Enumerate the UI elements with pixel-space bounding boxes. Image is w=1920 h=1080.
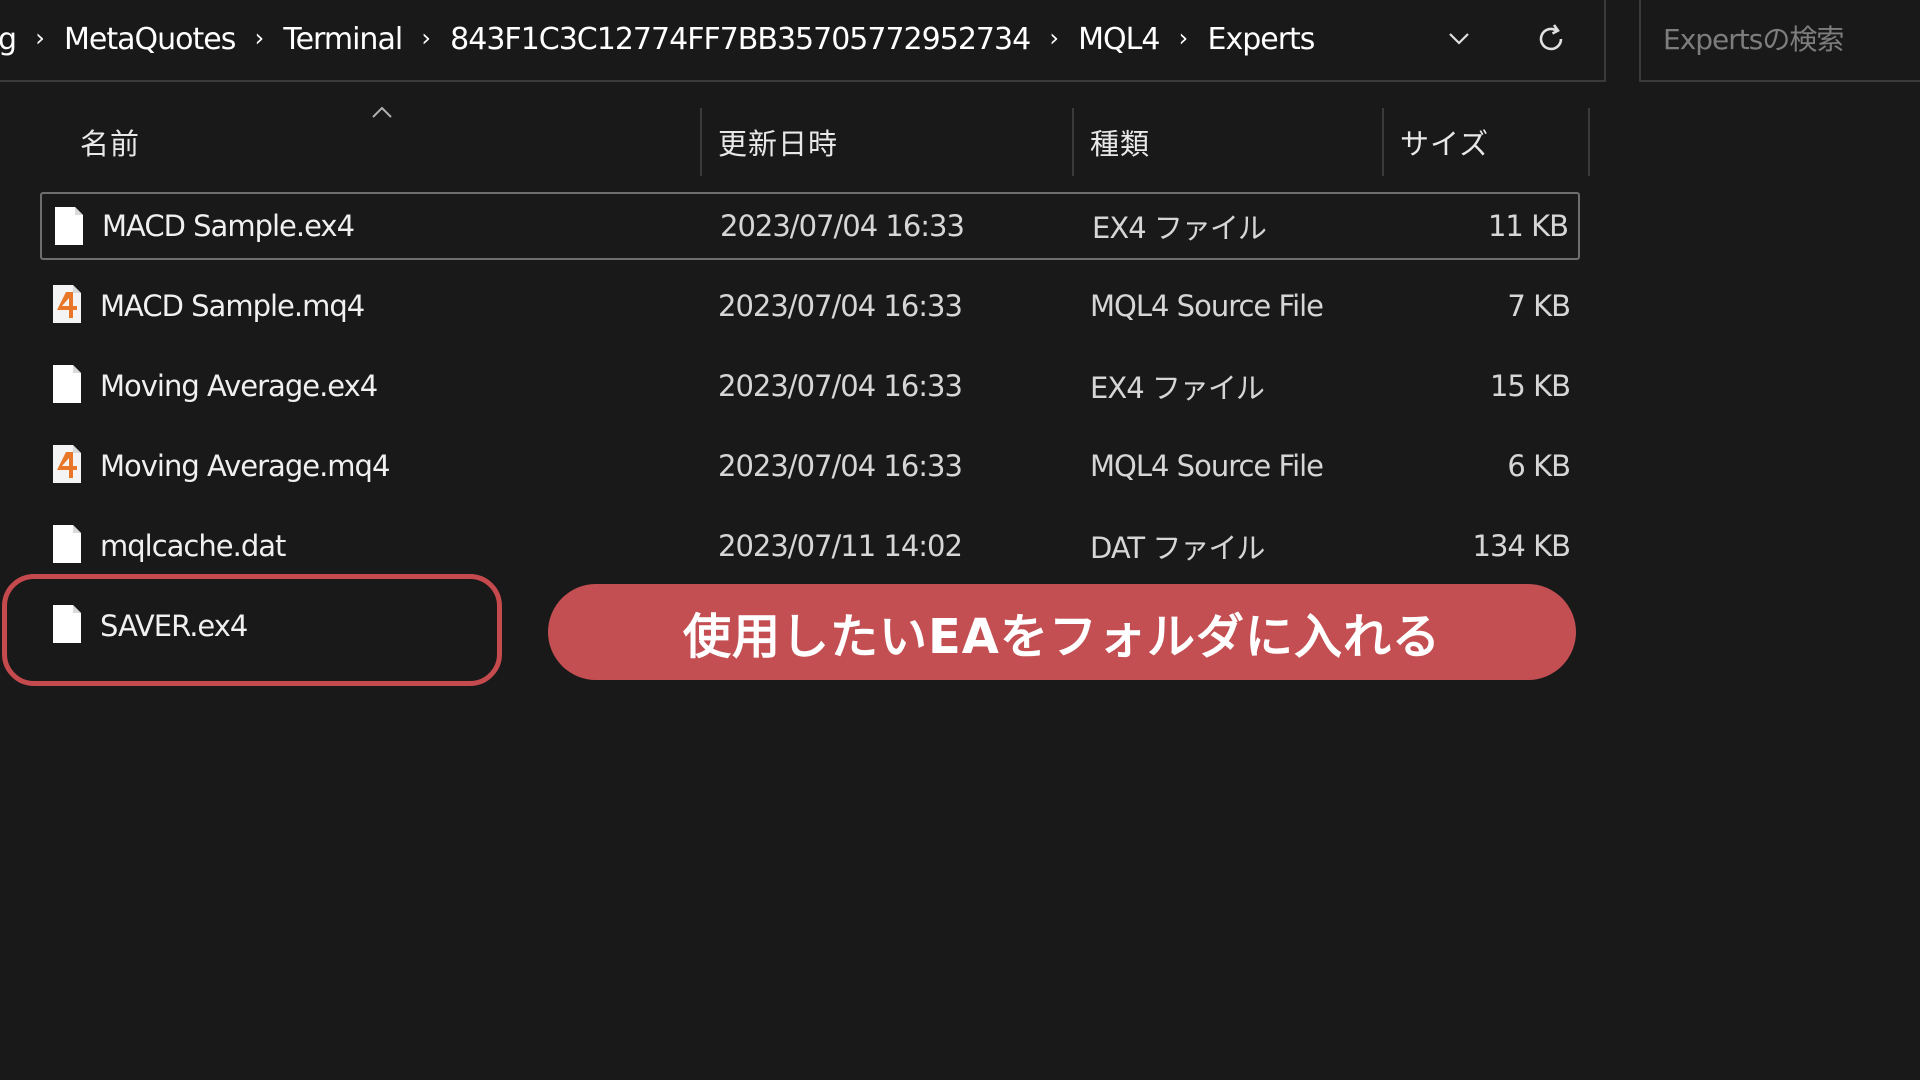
column-divider[interactable] bbox=[1072, 108, 1074, 176]
file-size: 15 KB bbox=[1489, 369, 1571, 403]
column-header-size[interactable]: サイズ bbox=[1400, 108, 1489, 176]
breadcrumb-item[interactable]: 843F1C3C12774FF7BB35705772952734 bbox=[446, 22, 1034, 57]
column-header-name[interactable]: 名前 bbox=[80, 108, 140, 176]
breadcrumb: g › MetaQuotes › Terminal › 843F1C3C1277… bbox=[0, 0, 1318, 80]
column-divider[interactable] bbox=[1588, 108, 1590, 176]
address-history-dropdown[interactable] bbox=[1434, 16, 1484, 62]
file-date: 2023/07/04 16:33 bbox=[720, 209, 965, 243]
blank-file-icon bbox=[53, 525, 81, 563]
search-box[interactable] bbox=[1639, 0, 1920, 82]
file-date: 2023/07/04 16:33 bbox=[718, 449, 963, 483]
breadcrumb-separator-icon[interactable]: › bbox=[1163, 24, 1203, 52]
breadcrumb-separator-icon[interactable]: › bbox=[20, 24, 60, 52]
search-input[interactable] bbox=[1661, 21, 1920, 57]
file-date: 2023/07/04 16:33 bbox=[718, 369, 963, 403]
column-divider[interactable] bbox=[1382, 108, 1384, 176]
file-size: 134 KB bbox=[1472, 529, 1571, 563]
file-date: 2023/07/11 14:02 bbox=[718, 529, 963, 563]
file-type: EX4 ファイル bbox=[1092, 211, 1267, 245]
file-row[interactable]: Moving Average.ex4 2023/07/04 16:33 EX4 … bbox=[40, 352, 1580, 420]
breadcrumb-separator-icon[interactable]: › bbox=[406, 24, 446, 52]
mql4-file-icon bbox=[53, 445, 81, 483]
highlight-ring bbox=[2, 574, 502, 686]
sort-ascending-icon bbox=[370, 104, 394, 123]
blank-file-icon bbox=[53, 365, 81, 403]
chevron-down-icon bbox=[1449, 33, 1469, 45]
file-name: Moving Average.ex4 bbox=[100, 369, 378, 403]
file-type: EX4 ファイル bbox=[1090, 371, 1265, 405]
file-row[interactable]: MACD Sample.mq4 2023/07/04 16:33 MQL4 So… bbox=[40, 272, 1580, 340]
column-header-date[interactable]: 更新日時 bbox=[718, 108, 838, 176]
breadcrumb-item[interactable]: MetaQuotes bbox=[60, 22, 239, 57]
file-size: 6 KB bbox=[1507, 449, 1571, 483]
address-bar[interactable]: g › MetaQuotes › Terminal › 843F1C3C1277… bbox=[0, 0, 1606, 82]
file-type: MQL4 Source File bbox=[1090, 289, 1324, 323]
refresh-button[interactable] bbox=[1524, 14, 1578, 64]
file-type: MQL4 Source File bbox=[1090, 449, 1324, 483]
file-date: 2023/07/04 16:33 bbox=[718, 289, 963, 323]
file-size: 7 KB bbox=[1507, 289, 1571, 323]
breadcrumb-separator-icon[interactable]: › bbox=[239, 24, 279, 52]
breadcrumb-item[interactable]: Terminal bbox=[279, 22, 406, 57]
mql4-file-icon bbox=[53, 285, 81, 323]
file-row-selected[interactable]: MACD Sample.ex4 2023/07/04 16:33 EX4 ファイ… bbox=[40, 192, 1580, 260]
file-name: mqlcache.dat bbox=[100, 529, 286, 563]
blank-file-icon bbox=[55, 207, 83, 245]
column-divider[interactable] bbox=[700, 108, 702, 176]
file-row[interactable]: mqlcache.dat 2023/07/11 14:02 DAT ファイル 1… bbox=[40, 512, 1580, 580]
file-name: MACD Sample.ex4 bbox=[102, 209, 355, 243]
file-name: MACD Sample.mq4 bbox=[100, 289, 365, 323]
file-name: Moving Average.mq4 bbox=[100, 449, 390, 483]
file-row[interactable]: Moving Average.mq4 2023/07/04 16:33 MQL4… bbox=[40, 432, 1580, 500]
breadcrumb-item[interactable]: MQL4 bbox=[1074, 22, 1163, 57]
instruction-callout: 使用したいEAをフォルダに入れる bbox=[548, 584, 1576, 680]
refresh-icon bbox=[1539, 24, 1563, 51]
breadcrumb-item-current[interactable]: Experts bbox=[1203, 22, 1318, 57]
file-type: DAT ファイル bbox=[1090, 531, 1265, 565]
breadcrumb-separator-icon[interactable]: › bbox=[1034, 24, 1074, 52]
file-size: 11 KB bbox=[1487, 209, 1569, 243]
breadcrumb-item[interactable]: g bbox=[0, 22, 20, 57]
column-header-type[interactable]: 種類 bbox=[1090, 108, 1150, 176]
